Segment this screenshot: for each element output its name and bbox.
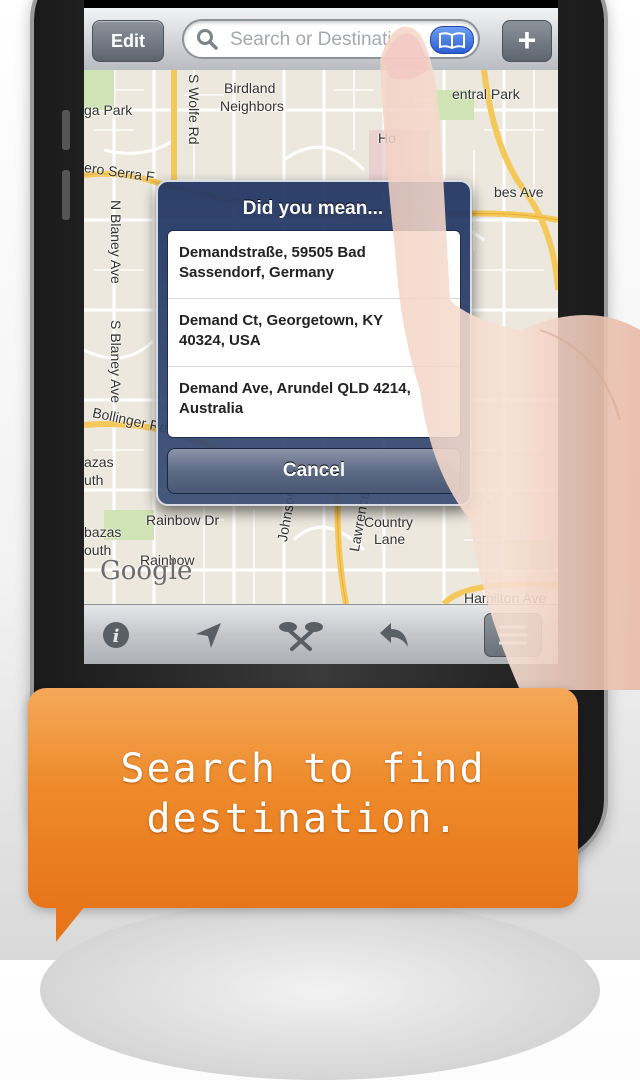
book-icon xyxy=(439,32,465,50)
map-label: N Blaney Ave xyxy=(108,200,124,284)
map-label: S Blaney Ave xyxy=(108,320,124,404)
map-label: ga Park xyxy=(84,102,133,118)
map-label: Country xyxy=(364,514,414,530)
caption-bubble: Search to find destination. xyxy=(28,688,578,908)
suggestion-line: Demand Ct, Georgetown, KY xyxy=(179,312,384,329)
map-label: entral Park xyxy=(452,86,520,102)
caption-bubble-tail xyxy=(56,900,90,942)
edit-button[interactable]: Edit xyxy=(92,20,164,62)
map-label: azas xyxy=(84,454,114,470)
map-label: Rainbow Dr xyxy=(146,512,220,528)
map-label: bazas xyxy=(84,524,122,540)
cancel-button[interactable]: Cancel xyxy=(167,448,461,494)
map-label: S Wolfe Rd xyxy=(186,74,202,145)
caption-text: Search to find destination. xyxy=(28,744,578,844)
search-placeholder: Search or Destination xyxy=(230,29,390,50)
suggestion-line: 40324, USA xyxy=(179,332,261,349)
route-icon[interactable] xyxy=(276,617,326,653)
map-label: Neighbors xyxy=(220,98,284,114)
suggestion-item[interactable]: Demand Ct, Georgetown, KY 40324, USA xyxy=(168,299,460,367)
suggestion-line: Demandstraße, 59505 Bad xyxy=(179,244,366,261)
map-label: Hamilton Ave xyxy=(464,590,547,604)
navigation-bar: Edit Search or Destination + xyxy=(84,8,558,71)
suggestion-item[interactable]: Demandstraße, 59505 Bad Sassendorf, Germ… xyxy=(168,231,460,299)
add-button[interactable]: + xyxy=(502,20,552,62)
map-label: bes Ave xyxy=(494,184,544,200)
search-icon xyxy=(197,29,218,50)
bottom-toolbar: i xyxy=(84,604,558,664)
volume-up-button xyxy=(62,170,70,220)
suggestion-line: Australia xyxy=(179,400,244,417)
list-icon xyxy=(499,625,527,645)
location-arrow-icon[interactable] xyxy=(190,617,226,653)
svg-text:i: i xyxy=(113,626,120,647)
dialog-title: Did you mean... xyxy=(242,198,384,219)
caption-line: destination. xyxy=(146,796,460,842)
mute-switch xyxy=(62,110,70,150)
map-label: uth xyxy=(84,472,104,488)
map-label: Lane xyxy=(374,531,406,547)
back-arrow-icon[interactable] xyxy=(376,617,412,653)
google-attribution: Google xyxy=(100,556,193,586)
did-you-mean-dialog: Did you mean... Demandstraße, 59505 Bad … xyxy=(156,180,472,506)
suggestion-item[interactable]: Demand Ave, Arundel QLD 4214, Australia xyxy=(168,367,460,435)
suggestion-line: Demand Ave, Arundel QLD 4214, xyxy=(179,380,411,397)
map-label: Birdland xyxy=(224,80,276,96)
caption-line: Search to find xyxy=(120,746,486,792)
map-label: Ho xyxy=(378,130,396,146)
list-button[interactable] xyxy=(484,613,542,657)
suggestion-line: Sassendorf, Germany xyxy=(179,264,335,281)
home-button-area xyxy=(40,900,600,1080)
status-bar xyxy=(84,0,558,8)
search-field[interactable]: Search or Destination xyxy=(182,19,480,59)
suggestion-list: Demandstraße, 59505 Bad Sassendorf, Germ… xyxy=(167,230,461,438)
bookmarks-button[interactable] xyxy=(430,26,474,54)
info-icon[interactable]: i xyxy=(98,617,134,653)
